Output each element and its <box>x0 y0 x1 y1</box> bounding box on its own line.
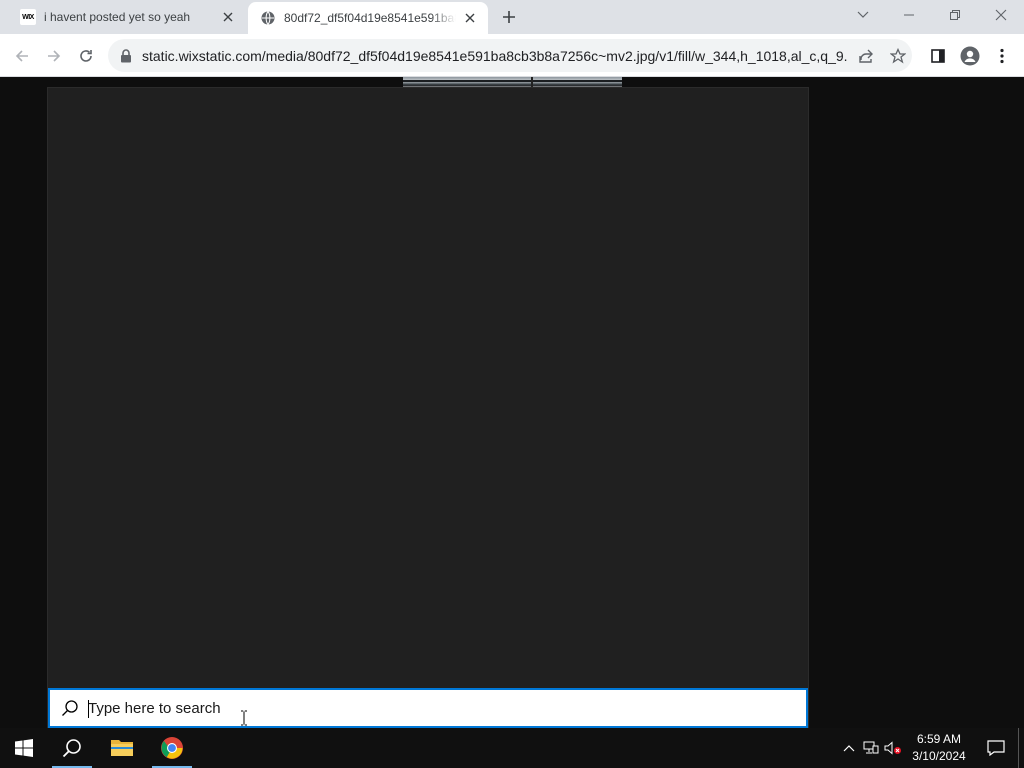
windows-start-icon <box>15 739 33 757</box>
taskbar-search-button[interactable] <box>48 728 96 768</box>
clock-time: 6:59 AM <box>916 732 962 746</box>
action-center-button[interactable] <box>974 728 1018 768</box>
network-icon[interactable] <box>860 728 882 768</box>
reload-icon <box>80 50 92 62</box>
chevron-down-icon <box>857 11 869 18</box>
ibeam-cursor <box>240 710 250 728</box>
notification-icon <box>987 740 1005 756</box>
volume-muted-icon[interactable] <box>882 728 904 768</box>
restore-button[interactable] <box>932 0 978 30</box>
plus-icon <box>503 11 515 23</box>
windows-taskbar: 6:59 AM 3/10/2024 <box>0 728 1024 768</box>
profile-avatar-icon <box>960 46 980 66</box>
chevron-up-icon <box>843 745 855 752</box>
browser-toolbar: static.wixstatic.com/media/80df72_df5f04… <box>0 34 1024 77</box>
tab-wix-post[interactable]: WIX i havent posted yet so yeah <box>8 0 246 34</box>
minimize-button[interactable] <box>886 0 932 30</box>
start-button[interactable] <box>0 728 48 768</box>
arrow-right-icon <box>48 50 61 62</box>
text-caret <box>88 700 89 718</box>
profile-button[interactable] <box>956 42 984 70</box>
search-input[interactable] <box>88 696 688 720</box>
wix-favicon-icon: WIX <box>20 9 36 25</box>
forward-button[interactable] <box>40 42 68 70</box>
lock-icon[interactable] <box>118 48 134 64</box>
chrome-menu-button[interactable] <box>988 42 1016 70</box>
tab-image[interactable]: 80df72_df5f04d19e8541e591ba8cb3b8a7256c~… <box>248 2 488 34</box>
search-icon <box>60 698 80 718</box>
chrome-taskbar-button[interactable] <box>148 728 196 768</box>
globe-icon <box>260 10 276 26</box>
file-explorer-button[interactable] <box>98 728 146 768</box>
file-explorer-icon <box>111 740 133 756</box>
clock-date: 3/10/2024 <box>912 749 966 763</box>
tab-close-icon[interactable] <box>462 10 478 26</box>
address-bar[interactable]: static.wixstatic.com/media/80df72_df5f04… <box>108 39 912 72</box>
new-tab-button[interactable] <box>497 5 521 29</box>
show-desktop-button[interactable] <box>1018 728 1024 768</box>
side-panel-button[interactable] <box>924 42 952 70</box>
tab-title: i havent posted yet so yeah <box>44 10 191 24</box>
clock[interactable]: 6:59 AM 3/10/2024 <box>904 728 974 768</box>
back-button[interactable] <box>8 42 36 70</box>
minimize-icon <box>904 14 914 16</box>
tab-strip: WIX i havent posted yet so yeah 80df72_d… <box>0 0 1024 34</box>
kebab-menu-icon <box>1000 48 1004 64</box>
restore-icon <box>950 10 960 20</box>
reload-button[interactable] <box>72 42 100 70</box>
show-hidden-icons-button[interactable] <box>838 728 860 768</box>
window-controls <box>886 0 1024 34</box>
side-panel-icon <box>931 49 945 63</box>
arrow-left-icon <box>15 50 28 62</box>
search-icon <box>62 739 81 758</box>
chrome-icon <box>161 737 183 759</box>
taskbar-search-box[interactable] <box>48 688 808 728</box>
close-window-button[interactable] <box>978 0 1024 30</box>
close-icon <box>995 9 1007 21</box>
share-icon[interactable] <box>856 46 876 66</box>
system-tray: 6:59 AM 3/10/2024 <box>838 728 1024 768</box>
url-text[interactable]: static.wixstatic.com/media/80df72_df5f04… <box>142 48 848 64</box>
bookmark-star-icon[interactable] <box>888 46 908 66</box>
tab-search-button[interactable] <box>852 4 874 26</box>
tab-title: 80df72_df5f04d19e8541e591ba8cb3b8a7256c~… <box>284 11 456 25</box>
tab-close-icon[interactable] <box>220 9 236 25</box>
windows-search-panel <box>47 87 809 728</box>
